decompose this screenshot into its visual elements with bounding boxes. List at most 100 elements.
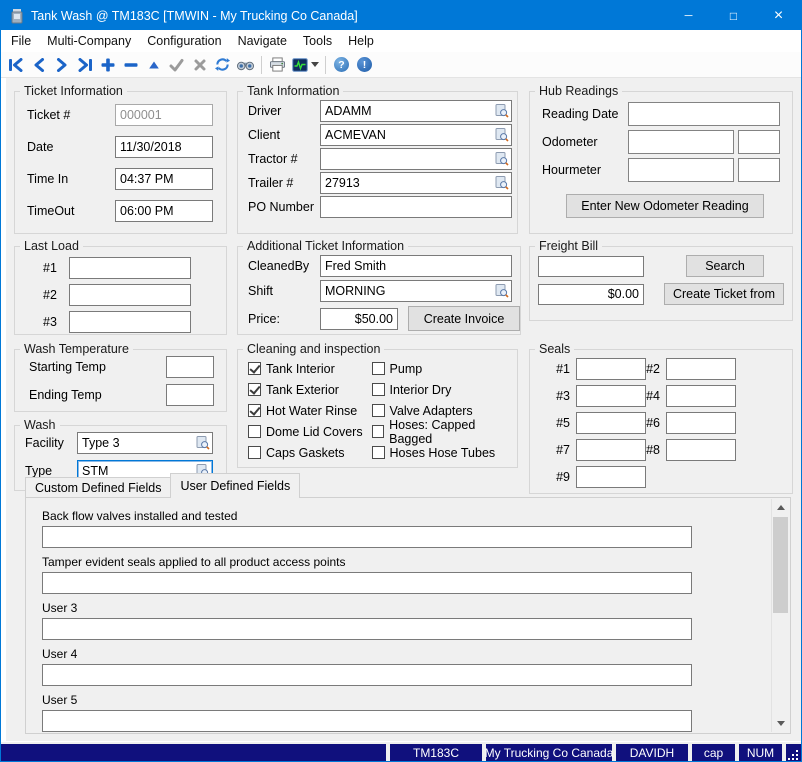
accept-icon[interactable] [165, 54, 188, 75]
freight-bill-amount-field[interactable] [538, 284, 644, 305]
refresh-icon[interactable] [211, 54, 234, 75]
menu-navigate[interactable]: Navigate [230, 30, 295, 52]
starting-temp-field[interactable] [166, 356, 214, 378]
seal-4-field[interactable] [666, 385, 736, 407]
group-ticket-information: Ticket Information Ticket # Date Time In… [14, 84, 227, 234]
ticket-number-field[interactable] [115, 104, 213, 126]
checkbox-pump[interactable]: Pump [372, 358, 517, 379]
udf-5-field[interactable] [42, 710, 692, 732]
menu-multi-company[interactable]: Multi-Company [39, 30, 139, 52]
po-number-field[interactable] [320, 196, 512, 218]
cleaned-by-field[interactable] [320, 255, 512, 277]
tab-user-defined-fields[interactable]: User Defined Fields [170, 473, 300, 498]
group-hub-readings: Hub Readings Reading Date Odometer Hourm… [529, 84, 793, 234]
monitor-dropdown-icon[interactable] [289, 54, 321, 75]
create-invoice-button[interactable]: Create Invoice [408, 306, 520, 331]
hourmeter-field [628, 158, 734, 182]
seal-8-field[interactable] [666, 439, 736, 461]
minimize-button[interactable]: ─ [666, 1, 711, 30]
previous-record-icon[interactable] [27, 54, 50, 75]
lookup-icon[interactable] [494, 175, 509, 190]
group-title: Last Load [20, 239, 83, 253]
resize-grip[interactable] [786, 744, 801, 761]
seal-9-label: #9 [544, 470, 570, 484]
freight-bill-number-field[interactable] [538, 256, 644, 277]
ending-temp-field[interactable] [166, 384, 214, 406]
last-load-1-field[interactable] [69, 257, 191, 279]
close-button[interactable]: × [756, 1, 801, 30]
tractor-number-field[interactable] [320, 148, 512, 170]
seal-6-field[interactable] [666, 412, 736, 434]
checkbox-hoses-capped-bagged[interactable]: Hoses: Capped Bagged [372, 421, 517, 442]
scroll-down-icon[interactable] [772, 715, 789, 732]
checkbox-tank-exterior[interactable]: Tank Exterior [248, 379, 372, 400]
menu-configuration[interactable]: Configuration [139, 30, 229, 52]
group-wash-temperature: Wash Temperature Starting Temp Ending Te… [14, 342, 227, 412]
reading-date-label: Reading Date [542, 107, 628, 121]
triangle-up-icon[interactable] [142, 54, 165, 75]
seal-4-label: #4 [634, 389, 660, 403]
next-record-icon[interactable] [50, 54, 73, 75]
udf-4-label: User 4 [42, 647, 790, 661]
checkbox-interior-dry[interactable]: Interior Dry [372, 379, 517, 400]
lookup-icon[interactable] [195, 435, 210, 450]
enter-new-odometer-reading-button[interactable]: Enter New Odometer Reading [566, 194, 764, 218]
facility-field[interactable] [77, 432, 213, 454]
driver-label: Driver [248, 104, 320, 118]
last-record-icon[interactable] [73, 54, 96, 75]
maximize-button[interactable]: □ [711, 1, 756, 30]
last-load-2-field[interactable] [69, 284, 191, 306]
find-binoculars-icon[interactable] [234, 54, 257, 75]
checkbox-caps-gaskets[interactable]: Caps Gaskets [248, 442, 372, 463]
menu-file[interactable]: File [3, 30, 39, 52]
shift-field[interactable] [320, 280, 512, 302]
info-icon[interactable]: ! [353, 54, 376, 75]
driver-field[interactable] [320, 100, 512, 122]
price-field[interactable] [320, 308, 398, 330]
time-in-field[interactable] [115, 168, 213, 190]
help-icon[interactable]: ? [330, 54, 353, 75]
last-load-3-field[interactable] [69, 311, 191, 333]
checkbox-dome-lid-covers[interactable]: Dome Lid Covers [248, 421, 372, 442]
checkbox-box [248, 362, 261, 375]
client-field[interactable] [320, 124, 512, 146]
create-ticket-from-button[interactable]: Create Ticket from [664, 283, 784, 305]
date-field[interactable] [115, 136, 213, 158]
group-title: Additional Ticket Information [243, 239, 408, 253]
time-out-field[interactable] [115, 200, 213, 222]
checkbox-hot-water-rinse[interactable]: Hot Water Rinse [248, 400, 372, 421]
first-record-icon[interactable] [4, 54, 27, 75]
add-record-icon[interactable] [96, 54, 119, 75]
form-area: Ticket Information Ticket # Date Time In… [1, 78, 801, 741]
scroll-up-icon[interactable] [772, 499, 789, 516]
scrollbar-thumb[interactable] [773, 517, 788, 613]
lookup-icon[interactable] [494, 283, 509, 298]
status-message-panel [1, 744, 386, 761]
tab-custom-defined-fields[interactable]: Custom Defined Fields [25, 477, 171, 498]
lookup-icon[interactable] [494, 127, 509, 142]
checkbox-tank-interior[interactable]: Tank Interior [248, 358, 372, 379]
vertical-scrollbar[interactable] [771, 499, 789, 732]
seal-9-field[interactable] [576, 466, 646, 488]
cancel-icon[interactable] [188, 54, 211, 75]
status-bar: TM183C My Trucking Co Canada DAVIDH cap … [1, 741, 801, 761]
udf-2-label: Tamper evident seals applied to all prod… [42, 555, 790, 569]
print-icon[interactable] [266, 54, 289, 75]
udf-2-field[interactable] [42, 572, 692, 594]
remove-record-icon[interactable] [119, 54, 142, 75]
udf-4-field[interactable] [42, 664, 692, 686]
lookup-icon[interactable] [494, 151, 509, 166]
hourmeter-label: Hourmeter [542, 163, 628, 177]
menu-tools[interactable]: Tools [295, 30, 340, 52]
app-icon [9, 8, 25, 24]
trailer-number-field[interactable] [320, 172, 512, 194]
checkbox-box [372, 383, 385, 396]
udf-3-field[interactable] [42, 618, 692, 640]
menu-help[interactable]: Help [340, 30, 382, 52]
checkbox-box [248, 425, 261, 438]
seal-2-field[interactable] [666, 358, 736, 380]
udf-1-field[interactable] [42, 526, 692, 548]
search-button[interactable]: Search [686, 255, 764, 277]
group-title: Seals [535, 342, 574, 356]
lookup-icon[interactable] [494, 103, 509, 118]
